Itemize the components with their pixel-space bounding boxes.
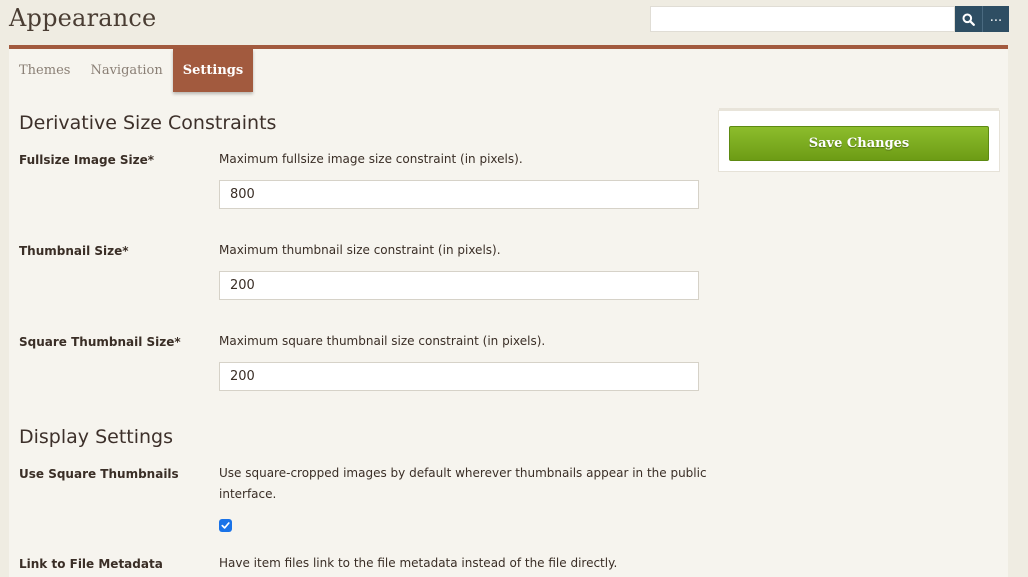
- tab-navigation[interactable]: Navigation: [80, 49, 172, 92]
- tab-themes[interactable]: Themes: [9, 49, 80, 92]
- search-icon: [962, 13, 975, 26]
- use-square-thumbnails-label: Use Square Thumbnails: [19, 467, 179, 481]
- save-changes-button[interactable]: Save Changes: [729, 126, 989, 161]
- main-panel: Themes Navigation Settings Derivative Si…: [9, 45, 1008, 577]
- tab-settings[interactable]: Settings: [172, 49, 254, 92]
- thumbnail-input[interactable]: [219, 271, 699, 300]
- link-file-metadata-description: Have item files link to the file metadat…: [219, 556, 618, 570]
- search-button[interactable]: [955, 6, 982, 32]
- section-heading-derivative: Derivative Size Constraints: [19, 112, 277, 134]
- use-square-thumbnails-checkbox[interactable]: [219, 519, 232, 532]
- search-bar: ...: [650, 6, 1009, 32]
- fullsize-label: Fullsize Image Size*: [19, 153, 155, 167]
- use-square-thumbnails-description: Use square-cropped images by default whe…: [219, 466, 707, 501]
- search-input[interactable]: [650, 6, 955, 32]
- page-title: Appearance: [9, 4, 157, 32]
- square-thumbnail-description: Maximum square thumbnail size constraint…: [219, 334, 546, 348]
- tab-bar: Themes Navigation Settings: [9, 49, 254, 92]
- save-panel: Save Changes: [718, 108, 1000, 172]
- advanced-search-button[interactable]: ...: [982, 6, 1009, 32]
- thumbnail-description: Maximum thumbnail size constraint (in pi…: [219, 243, 501, 257]
- fullsize-input[interactable]: [219, 180, 699, 209]
- link-file-metadata-label: Link to File Metadata: [19, 557, 163, 571]
- checkmark-icon: [221, 522, 230, 529]
- more-label: ...: [989, 9, 1003, 25]
- thumbnail-label: Thumbnail Size*: [19, 244, 129, 258]
- square-thumbnail-input[interactable]: [219, 362, 699, 391]
- square-thumbnail-label: Square Thumbnail Size*: [19, 335, 181, 349]
- fullsize-description: Maximum fullsize image size constraint (…: [219, 152, 523, 166]
- section-heading-display: Display Settings: [19, 426, 174, 448]
